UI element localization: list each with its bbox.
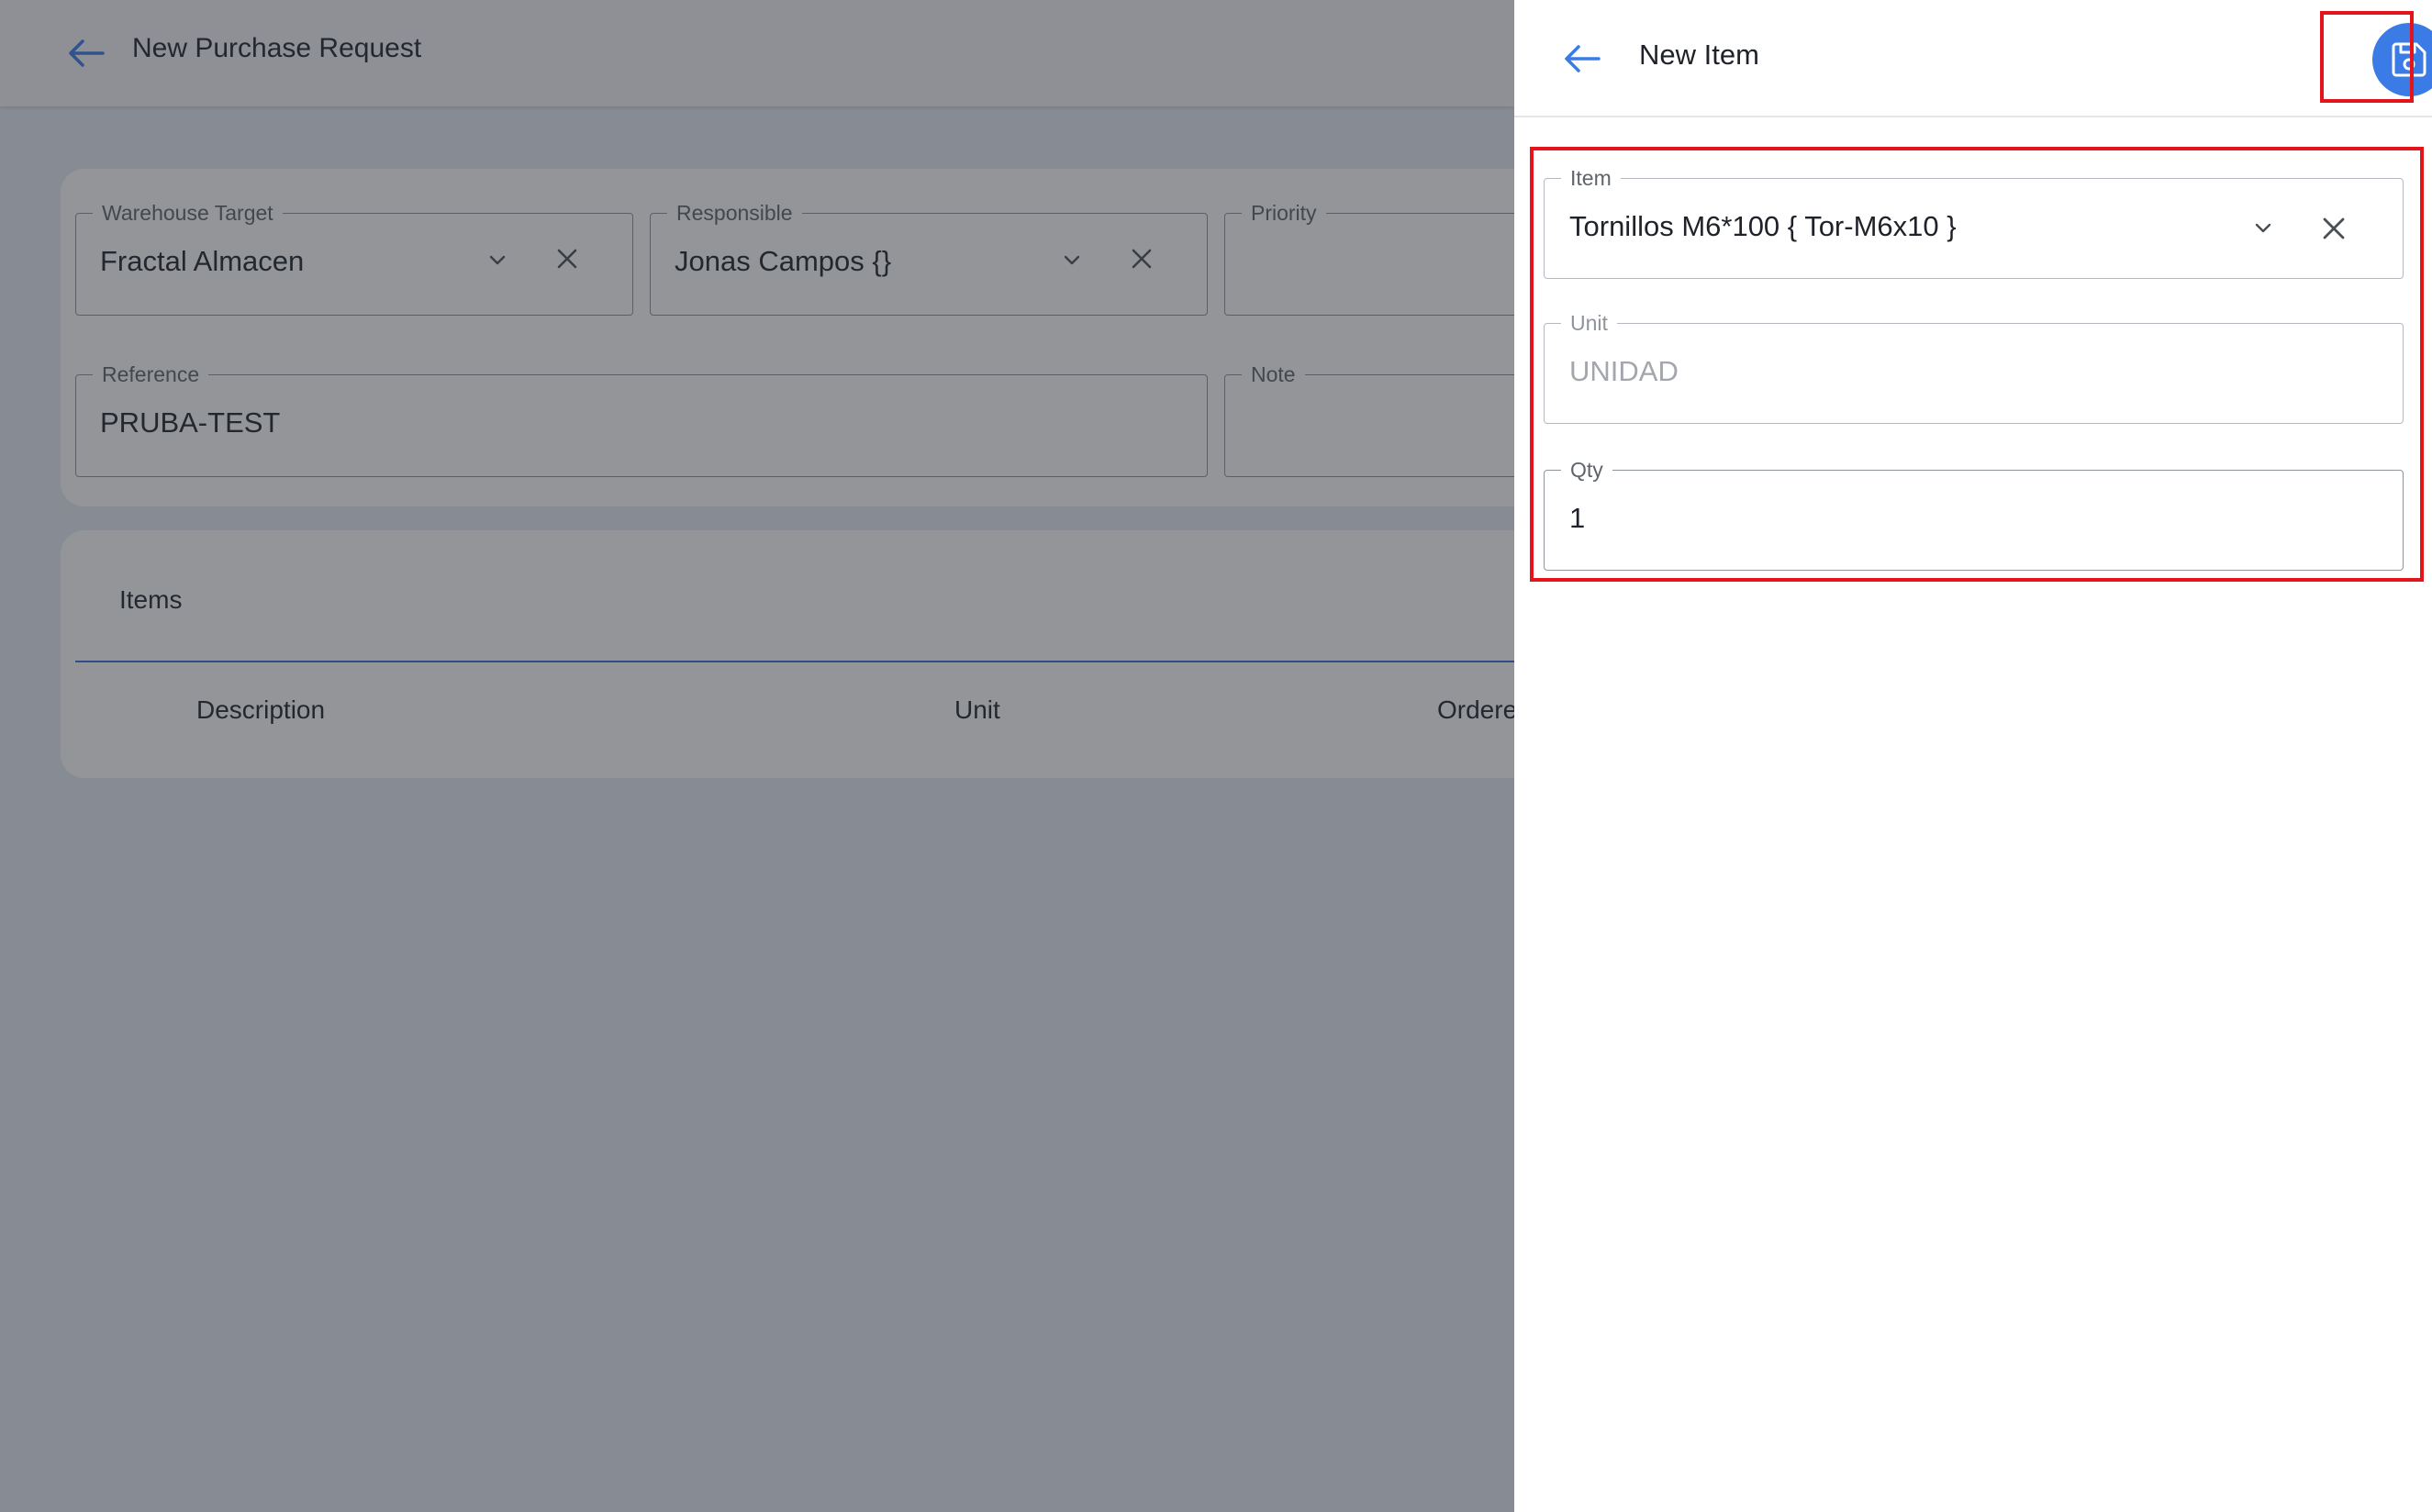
back-arrow-icon[interactable]	[1562, 40, 1602, 77]
modal-scrim[interactable]	[0, 0, 1514, 1512]
dialog-title: New Item	[1639, 39, 1759, 71]
form-highlight	[1530, 147, 2424, 582]
save-highlight	[2320, 11, 2414, 103]
dialog-header: New Item	[1514, 0, 2432, 117]
